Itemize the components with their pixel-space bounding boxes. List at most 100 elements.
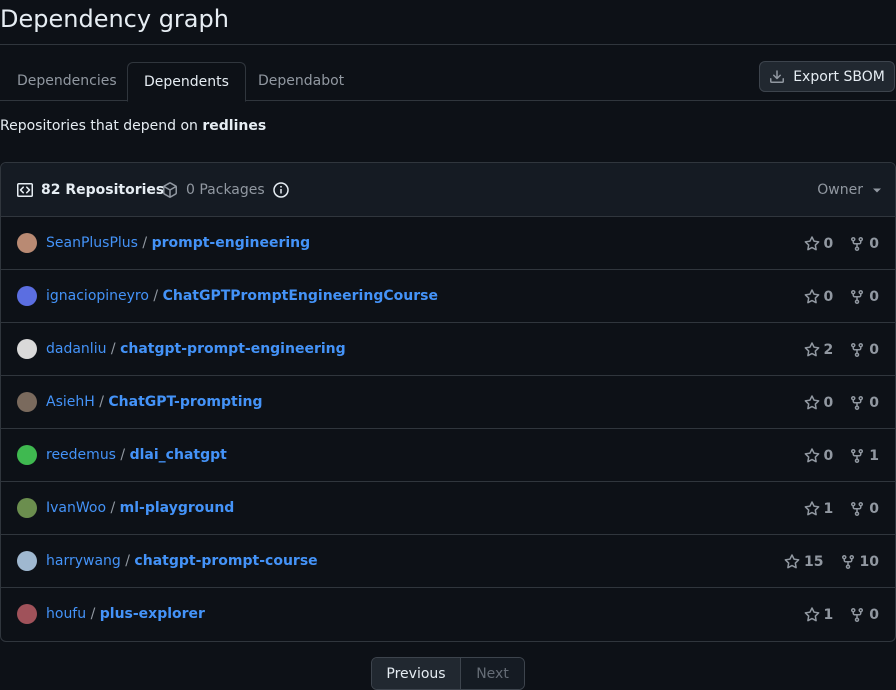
- star-icon: [804, 500, 820, 517]
- repo-name-line: IvanWoo / ml-playground: [46, 500, 235, 516]
- owner-avatar[interactable]: [17, 445, 37, 465]
- fork-icon: [849, 395, 865, 411]
- stars-value: 0: [823, 235, 834, 252]
- forks-count: 0: [849, 607, 879, 623]
- fork-icon: [849, 607, 865, 623]
- star-icon: [804, 394, 820, 411]
- repositories-filter[interactable]: 82 Repositories: [17, 163, 164, 217]
- list-header: 82 Repositories 0 Packages Owner: [1, 163, 895, 217]
- download-icon: [769, 69, 785, 85]
- owner-avatar[interactable]: [17, 233, 37, 253]
- owner-link[interactable]: harrywang: [46, 553, 121, 569]
- forks-count: 0: [849, 236, 879, 252]
- forks-count: 0: [849, 342, 879, 358]
- repo-name-line: dadanliu / chatgpt-prompt-engineering: [46, 341, 346, 357]
- repo-stats: 10: [804, 588, 879, 641]
- owner-avatar[interactable]: [17, 498, 37, 518]
- owner-link[interactable]: ignaciopineyro: [46, 288, 149, 304]
- package-icon: [162, 182, 178, 198]
- owner-link[interactable]: AsiehH: [46, 394, 95, 410]
- export-sbom-button[interactable]: Export SBOM: [759, 61, 895, 92]
- stars-count: 0: [804, 288, 833, 305]
- owner-link[interactable]: SeanPlusPlus: [46, 235, 138, 251]
- forks-count: 0: [849, 501, 879, 517]
- star-icon: [804, 288, 820, 305]
- owner-avatar[interactable]: [17, 551, 37, 571]
- forks-count: 1: [849, 448, 879, 464]
- star-icon: [804, 341, 820, 358]
- caret-down-icon: [873, 186, 881, 194]
- info-icon[interactable]: [272, 182, 289, 198]
- forks-value: 1: [869, 447, 879, 464]
- owner-link[interactable]: reedemus: [46, 447, 116, 463]
- repo-link[interactable]: ChatGPTPromptEngineeringCourse: [163, 288, 438, 304]
- stars-value: 15: [804, 553, 824, 570]
- repo-link[interactable]: prompt-engineering: [152, 235, 311, 251]
- star-icon: [804, 606, 820, 623]
- repo-stats: 00: [804, 270, 879, 323]
- repo-name-line: ignaciopineyro / ChatGPTPromptEngineerin…: [46, 288, 438, 304]
- owner-avatar[interactable]: [17, 286, 37, 306]
- forks-count: 0: [849, 395, 879, 411]
- tab-dependents[interactable]: Dependents: [127, 62, 246, 102]
- stars-count: 0: [804, 394, 834, 411]
- owner-avatar[interactable]: [17, 392, 37, 412]
- intro-text: Repositories that depend on redlines: [0, 118, 266, 134]
- owner-link[interactable]: houfu: [46, 606, 86, 622]
- next-page-button: Next: [461, 658, 524, 689]
- forks-count: 10: [840, 554, 879, 570]
- dependent-row: dadanliu / chatgpt-prompt-engineering 2 0: [1, 323, 895, 376]
- repo-link[interactable]: chatgpt-prompt-engineering: [120, 341, 346, 357]
- owner-dropdown-label: Owner: [817, 182, 863, 198]
- repo-name-line: SeanPlusPlus / prompt-engineering: [46, 235, 311, 251]
- tab-dependencies[interactable]: Dependencies: [1, 62, 133, 101]
- forks-value: 0: [869, 606, 879, 623]
- owner-avatar[interactable]: [17, 604, 37, 624]
- repo-stats: 15 10: [784, 535, 879, 588]
- owner-link[interactable]: dadanliu: [46, 341, 106, 357]
- stars-count: 2: [804, 341, 833, 358]
- repo-icon: [17, 182, 33, 198]
- repo-link[interactable]: dlai_chatgpt: [130, 447, 227, 463]
- fork-icon: [840, 554, 856, 570]
- owner-dropdown[interactable]: Owner: [817, 163, 881, 217]
- packages-filter[interactable]: 0 Packages: [162, 163, 289, 217]
- stars-value: 1: [823, 606, 834, 623]
- forks-value: 0: [869, 500, 879, 517]
- star-icon: [804, 235, 820, 252]
- fork-icon: [849, 448, 865, 464]
- stars-value: 0: [823, 447, 834, 464]
- fork-icon: [849, 501, 865, 517]
- owner-link[interactable]: IvanWoo: [46, 500, 106, 516]
- stars-count: 1: [804, 606, 834, 623]
- fork-icon: [849, 289, 865, 305]
- star-icon: [804, 447, 820, 464]
- forks-value: 0: [869, 288, 879, 305]
- page-title: Dependency graph: [0, 5, 229, 33]
- repo-stats: 00: [804, 217, 879, 270]
- dependent-row: harrywang / chatgpt-prompt-course 15 10: [1, 535, 895, 588]
- intro-package-name: redlines: [202, 118, 267, 134]
- repo-link[interactable]: ml-playground: [120, 500, 235, 516]
- title-divider: [0, 44, 896, 45]
- fork-icon: [849, 342, 865, 358]
- stars-value: 0: [823, 394, 834, 411]
- stars-value: 1: [823, 500, 834, 517]
- dependent-row: houfu / plus-explorer 1 0: [1, 588, 895, 641]
- dependent-row: IvanWoo / ml-playground 1 0: [1, 482, 895, 535]
- stars-count: 15: [784, 553, 824, 570]
- dependents-list: 82 Repositories 0 Packages Owner SeanPlu…: [0, 162, 896, 642]
- dependent-row: reedemus / dlai_chatgpt 0 1: [1, 429, 895, 482]
- forks-count: 0: [849, 289, 879, 305]
- previous-page-button[interactable]: Previous: [372, 658, 461, 689]
- export-sbom-label: Export SBOM: [793, 68, 885, 85]
- repo-link[interactable]: ChatGPT-prompting: [108, 394, 262, 410]
- repo-name-line: AsiehH / ChatGPT-prompting: [46, 394, 263, 410]
- tab-dependabot[interactable]: Dependabot: [242, 62, 360, 101]
- dependent-row: AsiehH / ChatGPT-prompting 0 0: [1, 376, 895, 429]
- repo-stats: 00: [804, 376, 879, 429]
- owner-avatar[interactable]: [17, 339, 37, 359]
- repo-link[interactable]: plus-explorer: [100, 606, 205, 622]
- repo-stats: 20: [804, 323, 879, 376]
- repo-link[interactable]: chatgpt-prompt-course: [134, 553, 317, 569]
